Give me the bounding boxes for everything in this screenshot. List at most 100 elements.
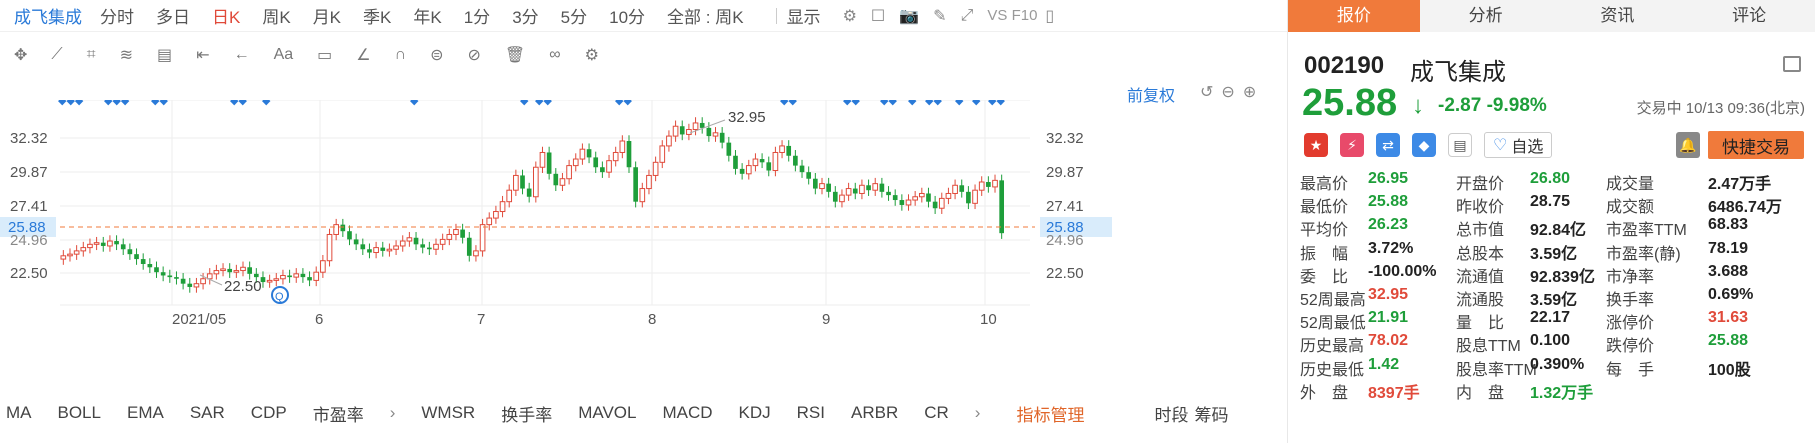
period-tab[interactable]: 5分	[561, 3, 587, 28]
move-icon[interactable]: ✥	[14, 45, 27, 65]
tag-icon[interactable]: ◆	[1412, 133, 1436, 157]
candle	[479, 224, 486, 252]
indicator-tab[interactable]: 换手率	[501, 401, 552, 426]
indicator-tab[interactable]: 市盈率	[313, 401, 364, 426]
fast-trade-button[interactable]: 快捷交易	[1708, 131, 1804, 159]
indicator-tab[interactable]: MACD	[662, 403, 712, 423]
indicator-tab[interactable]: ARBR	[851, 403, 898, 423]
indicator-tab[interactable]: WMSR	[421, 403, 475, 423]
period-tab-active[interactable]: 日K	[212, 3, 240, 28]
candle	[945, 192, 952, 199]
candle	[213, 270, 220, 275]
margin-icon[interactable]: ⚡	[1340, 133, 1364, 157]
candle	[206, 273, 213, 280]
draw-settings-icon[interactable]: ⚙	[585, 45, 599, 65]
candle	[926, 193, 931, 202]
candle	[672, 125, 679, 137]
bell-icon[interactable]: 🔔	[1676, 132, 1700, 158]
period-tab[interactable]: 季K	[363, 3, 391, 28]
channel-tool-icon[interactable]: ⌗	[87, 46, 96, 64]
range-dropdown[interactable]: 全部 : 周K	[667, 3, 744, 28]
camera-icon[interactable]: 📷	[899, 6, 919, 26]
candle	[646, 174, 652, 190]
hide-icon[interactable]: ⊘	[468, 45, 481, 65]
session-button[interactable]: 时段	[1154, 401, 1188, 426]
comment-tool-icon[interactable]: ▭	[317, 45, 332, 65]
checkbox-icon[interactable]: ☐	[871, 6, 885, 26]
chevron-right-icon[interactable]: ›	[390, 403, 396, 423]
text-tool-icon[interactable]: Aa	[274, 46, 294, 64]
angle-tool-icon[interactable]: ∠	[356, 45, 370, 65]
indicator-tab[interactable]: RSI	[797, 403, 825, 423]
svg-text:◆◆◆: ◆◆◆	[58, 100, 84, 107]
tab-news[interactable]: 资讯	[1552, 0, 1684, 32]
candle	[766, 162, 772, 171]
chips-button[interactable]: 筹码	[1194, 401, 1228, 426]
stat-label: 市盈率TTM	[1606, 222, 1687, 240]
sidebar-toggle-icon[interactable]: ▯	[1045, 6, 1054, 26]
period-tab[interactable]: 分时	[100, 3, 134, 28]
candle	[240, 266, 246, 272]
indicator-tab[interactable]: EMA	[127, 403, 164, 423]
divider	[775, 7, 777, 24]
stock-code: 002190	[1304, 52, 1385, 79]
candle	[779, 145, 785, 153]
candle	[154, 267, 159, 273]
kline-chart[interactable]: ◆◆◆ ◆◆◆ ◆◆ ◆◆ ◆ ◆ ◆ ◆◆ ◆◆ ◆◆ ◆◆ ◆◆ ◆ ◆◆ …	[0, 100, 1287, 335]
indicator-manage-button[interactable]: 指标管理	[1016, 401, 1084, 426]
zoom-controls[interactable]: ↺⊖⊕	[1200, 82, 1264, 102]
magnet-icon[interactable]: ∩	[395, 46, 407, 64]
connect-icon[interactable]: ⇄	[1376, 133, 1400, 157]
display-dropdown[interactable]: 显示	[787, 3, 821, 28]
indicator-tab[interactable]: CR	[924, 403, 949, 423]
pencil-icon[interactable]: ✎	[933, 6, 946, 26]
period-tab[interactable]: 多日	[156, 3, 190, 28]
indicator-tab[interactable]: KDJ	[739, 403, 771, 423]
svg-text:◆◆: ◆◆	[780, 100, 797, 107]
candle	[100, 242, 106, 246]
period-tab[interactable]: 1分	[464, 3, 490, 28]
compare-icon[interactable]: ∞	[549, 46, 560, 64]
panel-menu-icon[interactable]	[1783, 56, 1801, 72]
delete-icon[interactable]: 🗑	[505, 45, 525, 65]
candle	[652, 161, 659, 176]
period-tab[interactable]: 周K	[262, 3, 290, 28]
candle	[786, 145, 792, 156]
symbol-selector[interactable]: 成飞集成	[14, 3, 82, 28]
line-tool-icon[interactable]: ⟋	[51, 46, 62, 64]
wave-tool-icon[interactable]: ≋	[120, 45, 133, 65]
candle	[174, 277, 179, 279]
candle	[966, 191, 971, 204]
stat-value: 26.80	[1530, 170, 1571, 187]
arrow-tool-icon[interactable]: ←	[234, 46, 250, 64]
chevron-right-icon[interactable]: ›	[975, 403, 981, 423]
period-tab[interactable]: 年K	[413, 3, 441, 28]
note-icon[interactable]: ▤	[1448, 133, 1472, 157]
period-tab[interactable]: 10分	[609, 3, 645, 28]
quote-panel: 报价 分析 资讯 评论 002190 成飞集成 25.88 ↓ -2.87 -9…	[1287, 0, 1815, 443]
tab-analysis[interactable]: 分析	[1420, 0, 1552, 32]
vs-f10-button[interactable]: VS F10	[987, 7, 1037, 24]
tab-comments[interactable]: 评论	[1683, 0, 1815, 32]
candle	[233, 270, 240, 273]
indicator-tab[interactable]: MA	[6, 403, 32, 423]
fullscreen-icon[interactable]: ⤢	[961, 7, 974, 25]
indicator-tab[interactable]: BOLL	[58, 403, 101, 423]
candle	[446, 233, 453, 240]
watchlist-button[interactable]: ♡ 自选	[1484, 132, 1553, 158]
fib-tool-icon[interactable]: ▤	[157, 45, 172, 65]
lock-icon[interactable]: ⊜	[430, 45, 443, 65]
period-tab[interactable]: 3分	[512, 3, 538, 28]
stock-chart-app: 成飞集成 分时 多日 日K 周K 月K 季K 年K 1分 3分 5分 10分 全…	[0, 0, 1815, 443]
x-tick: 6	[315, 311, 323, 328]
indicator-tab[interactable]: CDP	[251, 403, 287, 423]
indicator-tab[interactable]: SAR	[190, 403, 225, 423]
indicator-tab[interactable]: MAVOL	[578, 403, 636, 423]
candle	[114, 241, 119, 245]
settings-icon[interactable]: ⚙	[843, 6, 857, 26]
tab-quote[interactable]: 报价	[1288, 0, 1420, 32]
range-tool-icon[interactable]: ⇤	[196, 45, 209, 65]
period-tab[interactable]: 月K	[313, 3, 341, 28]
stat-label: 流通值	[1456, 268, 1505, 286]
candle	[619, 140, 626, 153]
